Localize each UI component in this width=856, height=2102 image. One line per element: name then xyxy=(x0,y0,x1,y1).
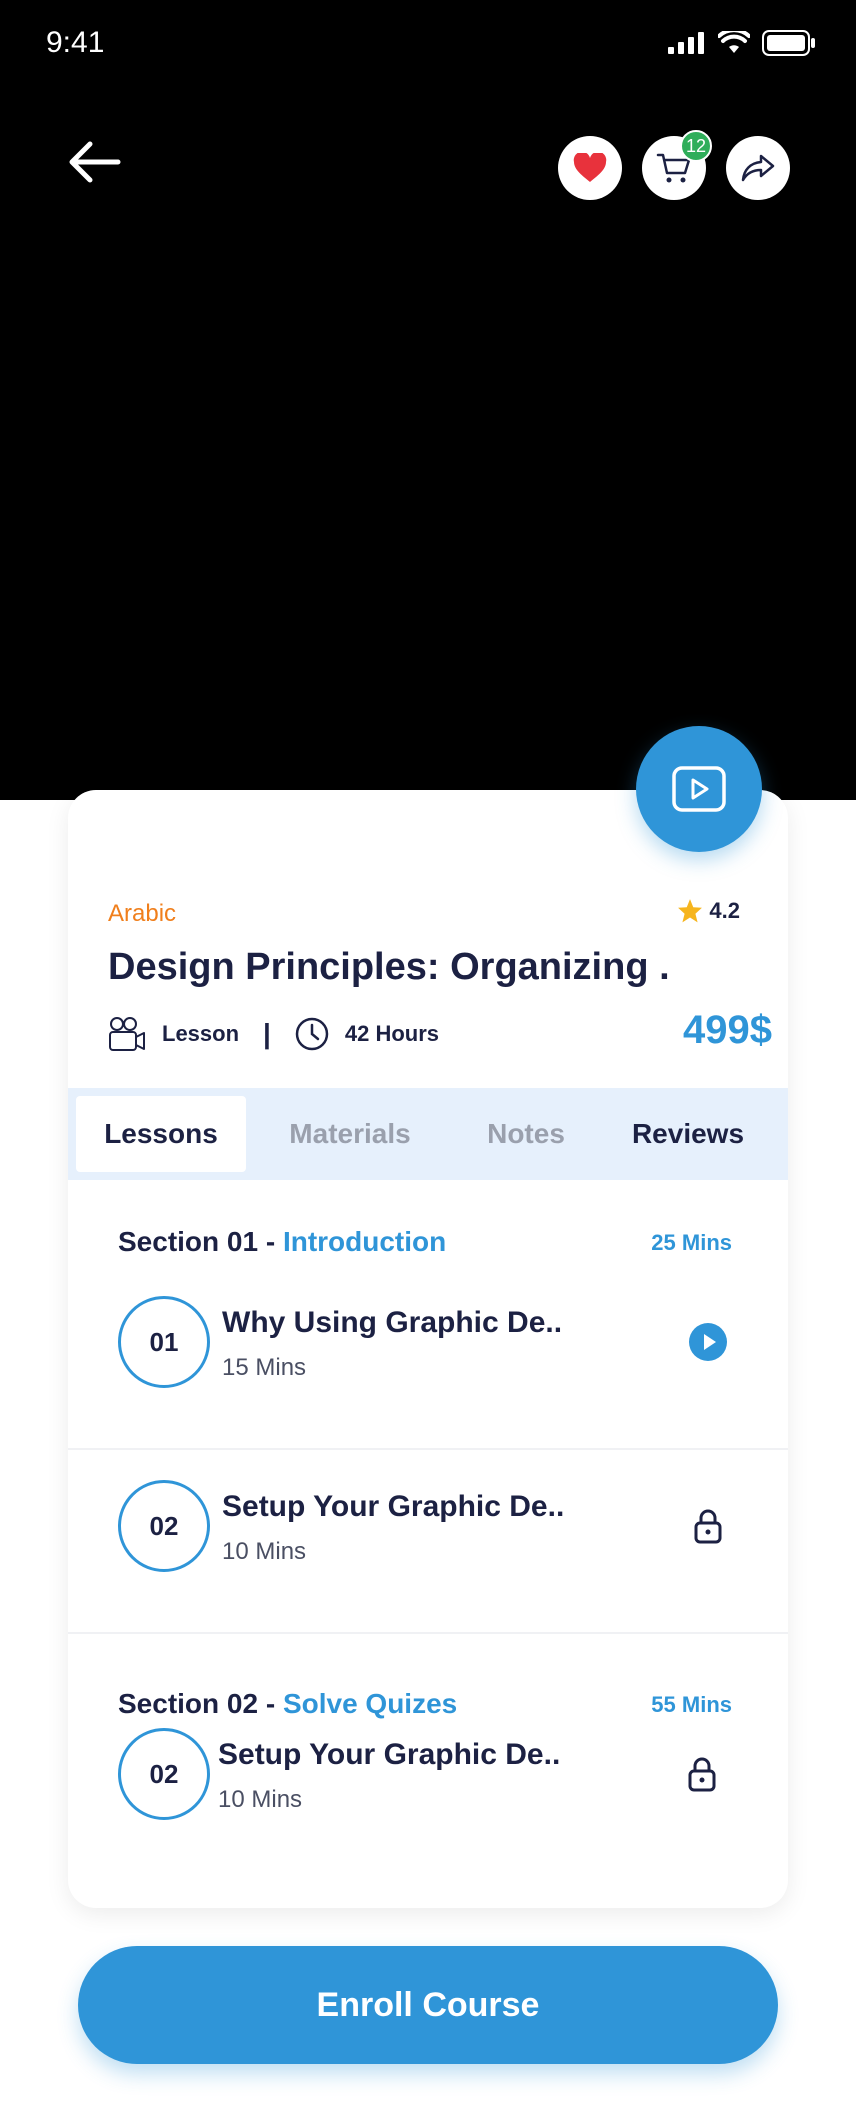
course-rating: 4.2 xyxy=(677,898,740,924)
lesson-title: Why Using Graphic De.. xyxy=(222,1306,563,1339)
lesson-duration: 15 Mins xyxy=(222,1354,307,1381)
section-prefix: Section 01 - xyxy=(118,1226,283,1257)
section-01-duration: 25 Mins xyxy=(651,1230,732,1255)
wifi-icon xyxy=(718,31,750,53)
lesson-number: 02 xyxy=(118,1728,210,1820)
course-tabs: Lessons Materials Notes Reviews xyxy=(68,1088,788,1180)
back-button[interactable] xyxy=(66,140,126,194)
video-camera-icon xyxy=(109,1017,145,1051)
favorite-button[interactable] xyxy=(558,136,622,200)
meta-separator: | xyxy=(263,1018,271,1049)
course-price: 499$ xyxy=(683,1008,772,1052)
lock-icon xyxy=(688,1757,716,1792)
divider xyxy=(68,1632,788,1634)
rating-value: 4.2 xyxy=(709,898,740,923)
lesson-item[interactable]: 02 Setup Your Graphic De.. 10 Mins xyxy=(68,1722,788,1906)
course-card: Arabic 4.2 Design Principles: Organizing… xyxy=(68,790,788,1908)
section-name: Introduction xyxy=(282,1226,447,1257)
star-icon xyxy=(678,899,703,923)
tab-reviews[interactable]: Reviews xyxy=(598,1096,778,1172)
signal-icon xyxy=(668,32,704,54)
battery-icon xyxy=(762,30,815,56)
enroll-course-button[interactable]: Enroll Course xyxy=(78,1946,778,2064)
lock-icon xyxy=(694,1509,722,1544)
status-time: 9:41 xyxy=(46,26,105,59)
clock-icon xyxy=(295,1017,329,1051)
course-title: Design Principles: Organizing . xyxy=(108,946,670,988)
lesson-duration: 10 Mins xyxy=(218,1786,303,1813)
divider xyxy=(68,1448,788,1450)
cart-button[interactable]: 12 xyxy=(642,130,712,200)
lesson-item[interactable]: 01 Why Using Graphic De.. 15 Mins xyxy=(68,1280,788,1464)
share-button[interactable] xyxy=(726,136,790,200)
tab-materials[interactable]: Materials xyxy=(246,1096,454,1172)
section-prefix: Section 02 - xyxy=(118,1688,283,1719)
course-hours: 42 Hours xyxy=(344,1021,440,1046)
share-icon xyxy=(741,154,775,182)
lesson-duration: 10 Mins xyxy=(222,1538,307,1565)
lesson-title: Setup Your Graphic De.. xyxy=(218,1738,561,1771)
lesson-label: Lesson xyxy=(162,1021,240,1046)
course-meta: Lesson | 42 Hours xyxy=(108,1016,439,1052)
lesson-title: Setup Your Graphic De.. xyxy=(222,1490,565,1523)
section-01-header: Section 01 - Introduction xyxy=(118,1226,446,1258)
back-arrow-icon xyxy=(69,141,121,183)
lesson-number: 02 xyxy=(118,1480,210,1572)
tab-lessons[interactable]: Lessons xyxy=(76,1096,246,1172)
section-02-header: Section 02 - Solve Quizes xyxy=(118,1688,457,1720)
status-icons xyxy=(668,30,816,56)
video-area[interactable]: 9:41 12 xyxy=(0,0,856,800)
play-icon[interactable] xyxy=(689,1323,727,1361)
section-name: Solve Quizes xyxy=(282,1688,458,1719)
tab-notes[interactable]: Notes xyxy=(454,1096,598,1172)
section-02-duration: 55 Mins xyxy=(651,1692,732,1717)
lesson-item[interactable]: 02 Setup Your Graphic De.. 10 Mins xyxy=(68,1464,788,1648)
play-video-icon xyxy=(672,766,726,812)
course-language: Arabic xyxy=(108,900,177,927)
play-video-button[interactable] xyxy=(636,726,762,852)
heart-icon xyxy=(573,153,607,182)
cart-badge: 12 xyxy=(680,130,712,162)
lesson-number: 01 xyxy=(118,1296,210,1388)
